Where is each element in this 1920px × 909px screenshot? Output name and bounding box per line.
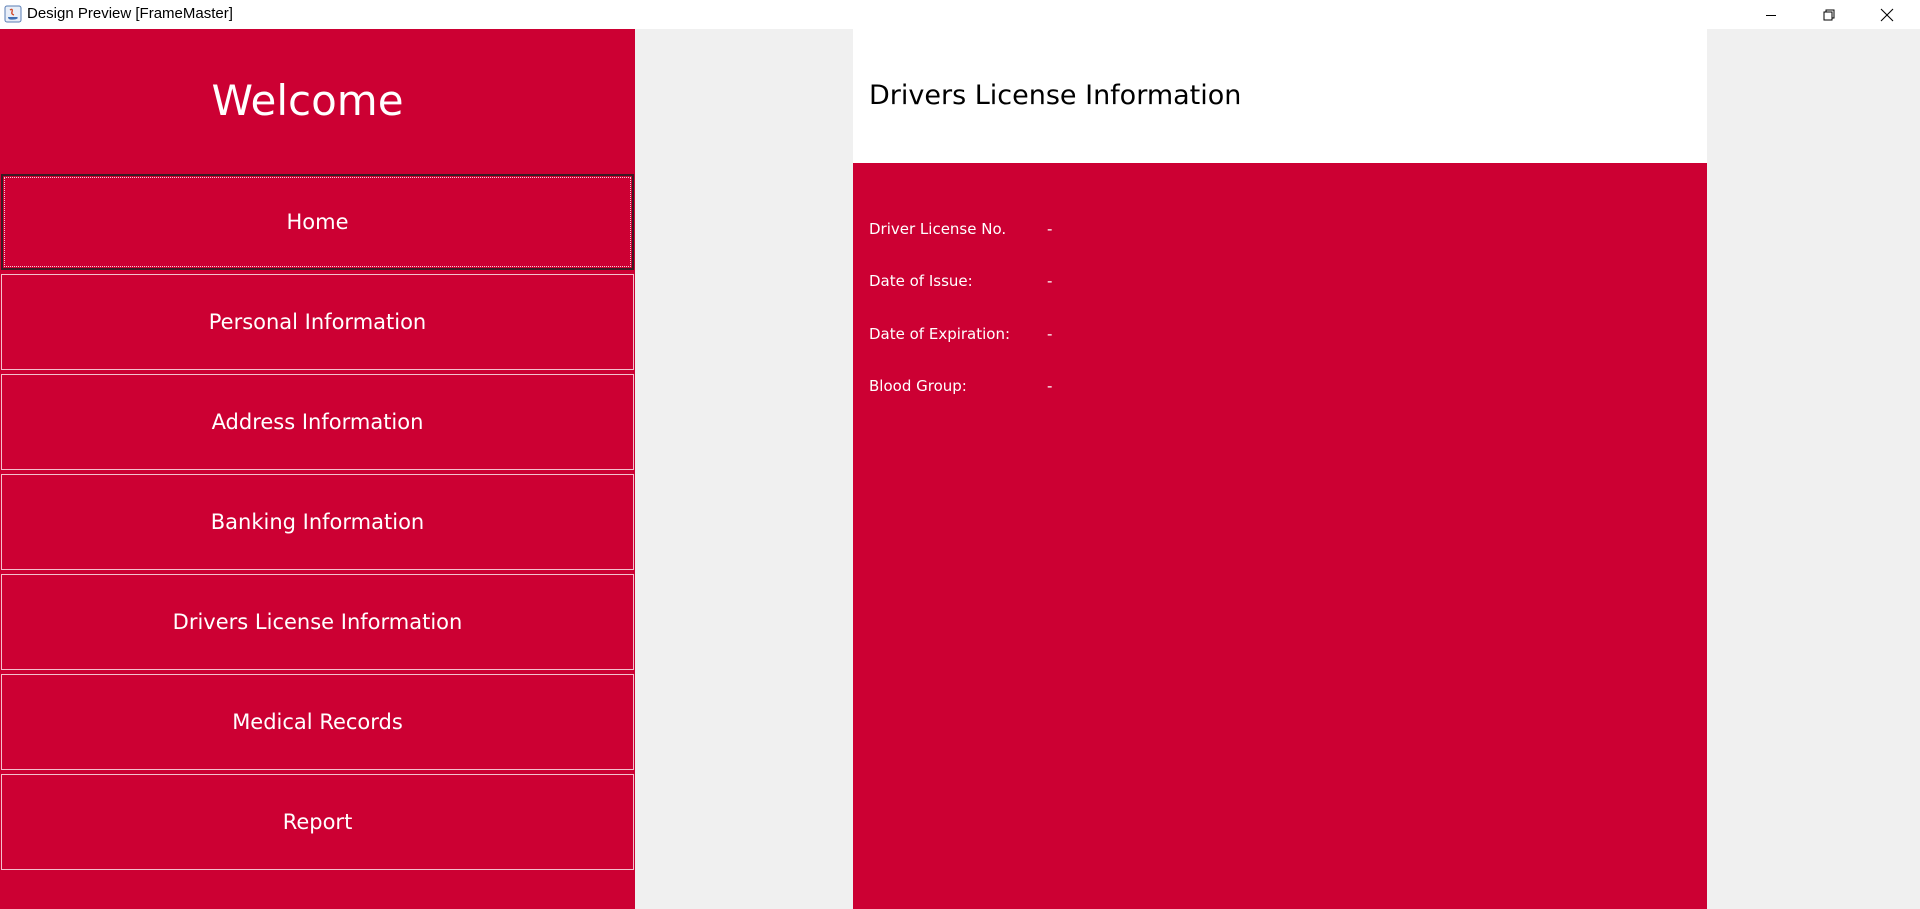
minimize-button[interactable] xyxy=(1742,0,1800,29)
close-icon xyxy=(1880,8,1894,22)
nav-button-label: Drivers License Information xyxy=(172,610,463,634)
nav-button-address-information[interactable]: Address Information xyxy=(1,374,634,470)
close-button[interactable] xyxy=(1858,0,1916,29)
nav-button-banking-information[interactable]: Banking Information xyxy=(1,474,634,570)
content-panel: Drivers License Information Driver Licen… xyxy=(853,29,1707,909)
nav-button-drivers-license-information[interactable]: Drivers License Information xyxy=(1,574,634,670)
restore-button[interactable] xyxy=(1800,0,1858,29)
date-of-issue-value: - xyxy=(1047,272,1053,290)
date-of-expiration-label: Date of Expiration: xyxy=(869,325,1011,343)
page-title: Drivers License Information xyxy=(869,80,1242,111)
nav-button-label: Medical Records xyxy=(232,710,403,734)
nav-button-home[interactable]: Home xyxy=(1,174,634,270)
nav-button-medical-records[interactable]: Medical Records xyxy=(1,674,634,770)
nav-button-label: Personal Information xyxy=(208,310,427,334)
nav-button-label: Banking Information xyxy=(210,510,425,534)
window-title: Design Preview [FrameMaster] xyxy=(27,5,233,22)
license-details: Driver License No. - Date of Issue: - Da… xyxy=(853,163,1707,909)
nav-button-label: Report xyxy=(282,810,353,834)
nav-button-label: Address Information xyxy=(211,410,424,434)
panel-header: Drivers License Information xyxy=(853,29,1707,163)
java-app-icon xyxy=(4,5,22,23)
blood-group-value: - xyxy=(1047,377,1053,395)
date-of-issue-label: Date of Issue: xyxy=(869,272,973,290)
date-of-expiration-value: - xyxy=(1047,325,1053,343)
restore-icon xyxy=(1823,9,1835,21)
minimize-icon xyxy=(1765,9,1777,21)
driver-license-no-value: - xyxy=(1047,220,1053,238)
welcome-heading: Welcome xyxy=(211,76,404,125)
blood-group-label: Blood Group: xyxy=(869,377,967,395)
nav-button-label: Home xyxy=(286,210,349,234)
nav-button-personal-information[interactable]: Personal Information xyxy=(1,274,634,370)
driver-license-no-label: Driver License No. xyxy=(869,220,1007,238)
sidebar: Welcome Home Personal Information Addres… xyxy=(0,29,635,909)
nav-button-report[interactable]: Report xyxy=(1,774,634,870)
window-titlebar: Design Preview [FrameMaster] xyxy=(0,0,1920,29)
